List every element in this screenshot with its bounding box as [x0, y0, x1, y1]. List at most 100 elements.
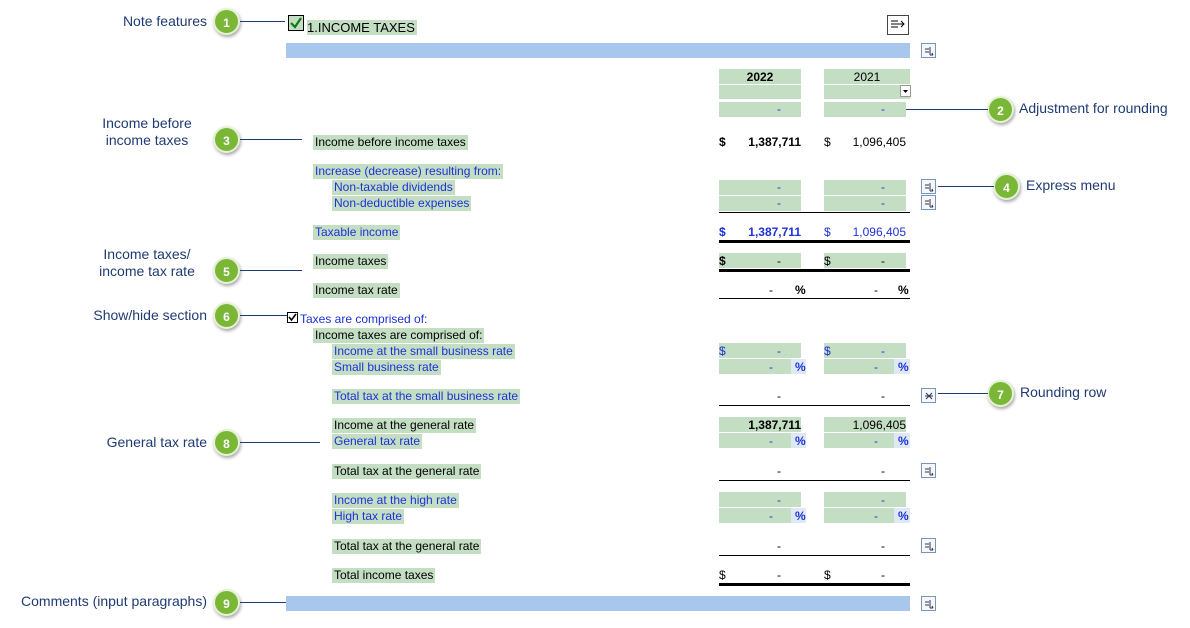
high-total-express-button[interactable] [921, 538, 936, 553]
note-menu-button[interactable] [887, 15, 909, 35]
callout-label-rounding-row: Rounding row [1020, 384, 1107, 400]
income-taxes-underline [719, 269, 910, 272]
callout-label-express-menu: Express menu [1026, 177, 1116, 193]
general-rate-label[interactable]: General tax rate [332, 434, 423, 449]
high-total-pri: - [881, 539, 885, 553]
callout-leader-8 [240, 442, 320, 443]
small-income-label[interactable]: Income at the small business rate [332, 344, 515, 359]
express-menu-icon [925, 183, 934, 192]
callout-badge-7: 7 [987, 380, 1014, 407]
nondeductible-label[interactable]: Non-deductible expenses [332, 196, 472, 211]
year-prior: 2021 [853, 70, 881, 84]
high-rate-cur: - [769, 509, 773, 523]
express-menu-icon [925, 542, 934, 551]
dropdown-arrow-icon [903, 90, 908, 93]
callout-label-show-hide: Show/hide section [93, 307, 207, 323]
income-taxes-cur: - [777, 254, 781, 268]
callout-label-rounding-adjust: Adjustment for rounding [1019, 100, 1168, 116]
small-total-cur: - [777, 389, 781, 403]
income-before-cur: 1,387,711 [748, 135, 801, 149]
taxable-pri: 1,096,405 [852, 225, 906, 239]
header-express-button[interactable] [921, 43, 936, 58]
year-divider-prior [824, 84, 910, 85]
general-rate-pri-pct: % [898, 434, 909, 448]
year-divider-current [719, 84, 801, 85]
nondeductible-pri: - [881, 196, 885, 210]
callout-badge-3: 3 [213, 126, 240, 153]
section-toggle-checkbox[interactable] [287, 312, 298, 323]
income-taxes-label: Income taxes [313, 254, 389, 269]
income-before-label: Income before income taxes [313, 135, 468, 150]
callout-leader-3 [240, 139, 302, 140]
callout-badge-6: 6 [213, 302, 240, 329]
express-menu-icon [925, 47, 934, 56]
year-current: 2022 [746, 70, 774, 84]
income-before-pri: 1,096,405 [852, 135, 906, 149]
small-total-label[interactable]: Total tax at the small business rate [332, 389, 521, 404]
high-rate-pri: - [874, 509, 878, 523]
express-menu-icon [925, 467, 934, 476]
general-total-express-button[interactable] [921, 463, 936, 478]
small-income-cur: - [777, 344, 781, 358]
high-income-label[interactable]: Income at the high rate [332, 493, 459, 508]
income-tax-rate-label: Income tax rate [313, 283, 400, 298]
general-income-pri: 1,096,405 [852, 418, 906, 432]
callout-leader-9 [240, 602, 286, 603]
note-title: 1.INCOME TAXES [307, 20, 417, 35]
express-menu-icon [925, 199, 934, 208]
comments-express-button[interactable] [921, 596, 936, 611]
nontaxable-label[interactable]: Non-taxable dividends [332, 180, 455, 195]
header-band [286, 43, 910, 58]
callout-badge-5: 5 [213, 257, 240, 284]
high-rate-pri-pct: % [898, 509, 909, 523]
taxable-cur-symbol: $ [719, 225, 726, 239]
high-total-cur: - [777, 539, 781, 553]
general-total-pri: - [881, 464, 885, 478]
note-checkbox[interactable] [288, 15, 304, 31]
income-tax-rate-underline [719, 298, 910, 299]
section-toggle-label[interactable]: Taxes are comprised of: [298, 312, 429, 327]
nondeductible-express-button[interactable] [921, 195, 936, 210]
comments-band[interactable] [286, 596, 910, 611]
general-total-cur: - [777, 464, 781, 478]
income-tax-rate-cur-pct: % [795, 283, 806, 297]
income-before-cur-symbol: $ [719, 135, 726, 149]
general-rate-cur: - [769, 434, 773, 448]
nontaxable-cur: - [777, 180, 781, 194]
comprised-heading: Income taxes are comprised of: [313, 328, 485, 343]
small-total-underline [719, 405, 910, 406]
rounding-row-button[interactable] [921, 388, 936, 403]
total-taxes-label: Total income taxes [332, 568, 436, 583]
taxable-underline [719, 240, 910, 243]
total-taxes-pri: - [881, 568, 885, 582]
high-total-label: Total tax at the general rate [332, 539, 482, 554]
taxable-cur: 1,387,711 [748, 225, 801, 239]
nontaxable-express-button[interactable] [921, 179, 936, 194]
high-rate-label[interactable]: High tax rate [332, 509, 405, 524]
taxable-income-label[interactable]: Taxable income [313, 225, 401, 240]
small-total-pri: - [881, 389, 885, 403]
callout-label-general-tax-rate: General tax rate [106, 434, 207, 450]
small-rate-cur: - [769, 360, 773, 374]
income-taxes-pri: - [881, 254, 885, 268]
income-tax-rate-pri-pct: % [898, 283, 909, 297]
callout-label-comments: Comments (input paragraphs) [21, 593, 207, 609]
nondeductible-underline [719, 212, 910, 213]
nontaxable-pri: - [881, 180, 885, 194]
total-taxes-underline [719, 583, 910, 586]
high-rate-cur-pct: % [795, 509, 806, 523]
small-rate-label[interactable]: Small business rate [332, 360, 441, 375]
year-dropdown[interactable] [900, 85, 911, 97]
callout-badge-9: 9 [213, 589, 240, 616]
increase-heading[interactable]: Increase (decrease) resulting from: [313, 164, 504, 179]
express-menu-icon [925, 600, 934, 609]
total-taxes-cur: - [777, 568, 781, 582]
high-total-underline [719, 555, 910, 556]
callout-leader-2 [906, 109, 988, 110]
callout-leader-6 [240, 315, 288, 316]
callout-badge-2: 2 [987, 96, 1014, 123]
high-income-pri: - [881, 493, 885, 507]
callout-badge-8: 8 [213, 429, 240, 456]
callout-leader-7 [938, 393, 988, 394]
callout-label-note-features: Note features [122, 13, 207, 29]
